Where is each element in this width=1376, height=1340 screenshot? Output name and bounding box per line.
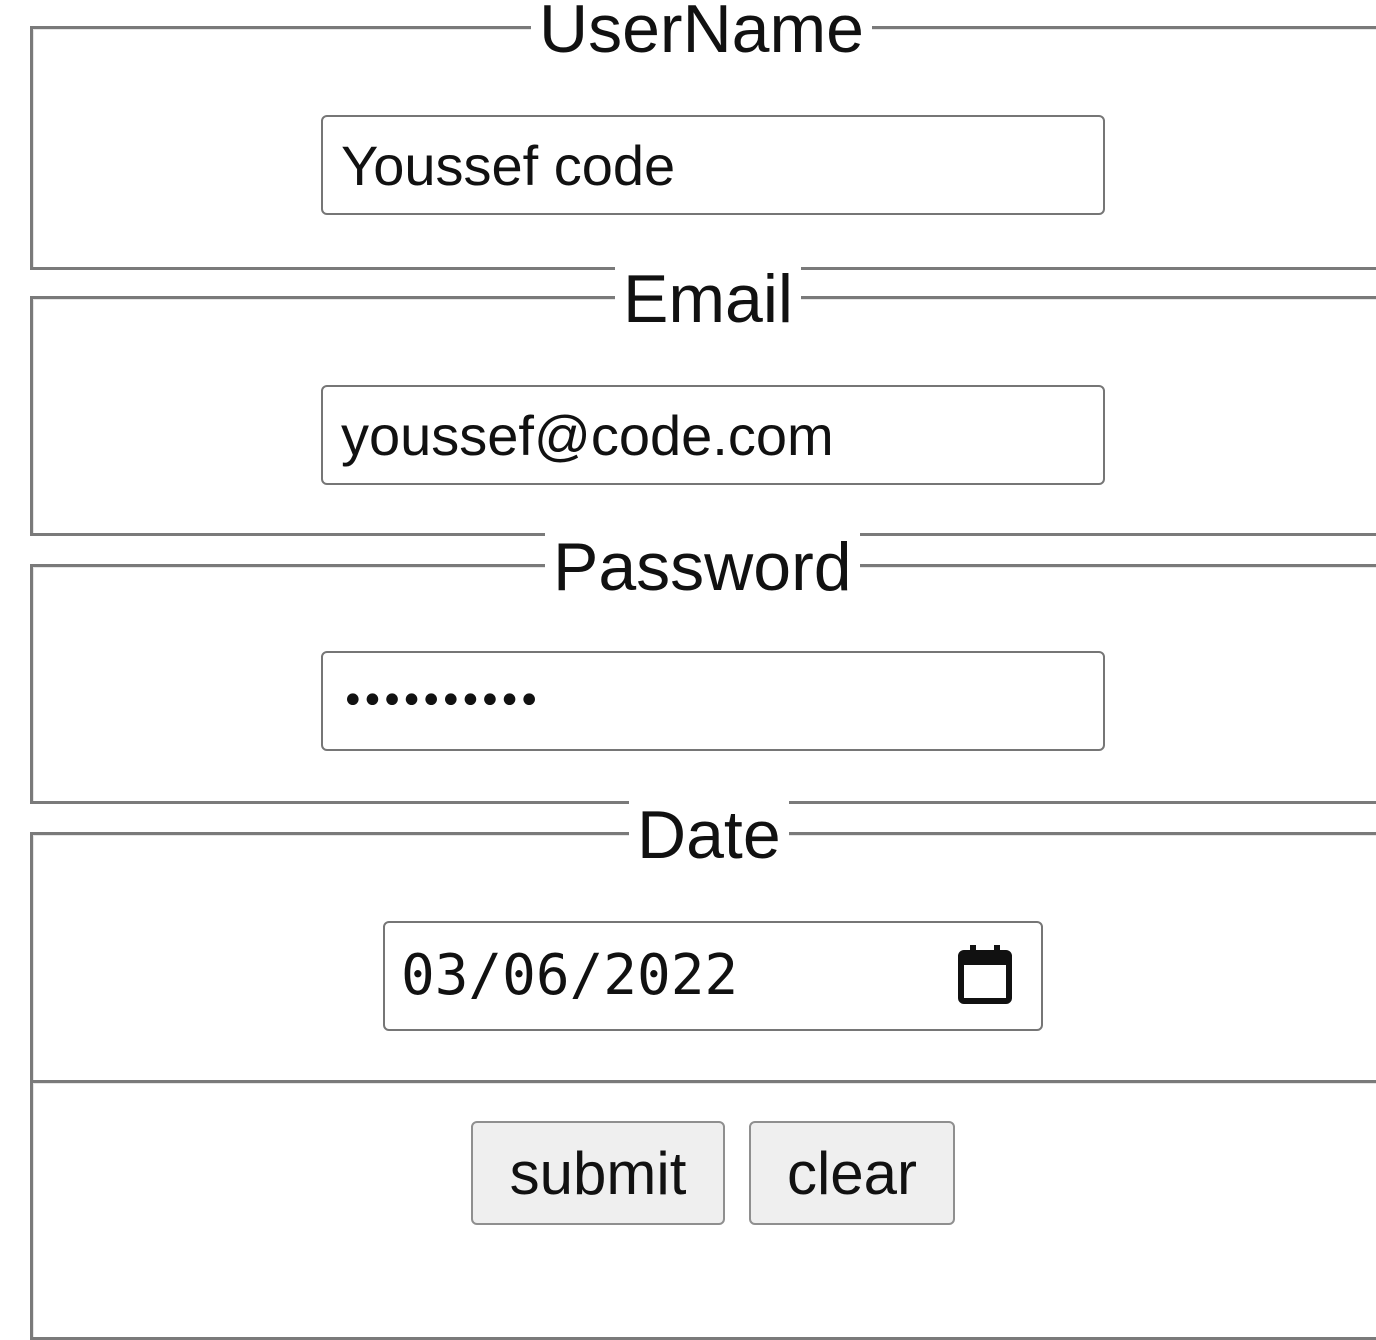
username-fieldset: UserName	[30, 0, 1376, 270]
date-input[interactable]: 03/06/2022	[383, 921, 1043, 1031]
username-input[interactable]	[321, 115, 1105, 215]
email-legend-label: Email	[615, 265, 802, 333]
calendar-icon[interactable]	[955, 943, 1015, 1007]
actions-fieldset: submit clear	[30, 1080, 1376, 1340]
password-fieldset: Password	[30, 533, 1376, 804]
password-input[interactable]	[321, 651, 1105, 751]
clear-button[interactable]: clear	[749, 1121, 955, 1225]
email-input[interactable]	[321, 385, 1105, 485]
submit-button[interactable]: submit	[471, 1121, 725, 1225]
date-fieldset: Date 03/06/2022	[30, 801, 1376, 1084]
date-value: 03/06/2022	[401, 943, 739, 1008]
password-legend-label: Password	[545, 533, 860, 601]
date-legend-label: Date	[629, 801, 789, 869]
username-legend-label: UserName	[531, 0, 872, 63]
email-fieldset: Email	[30, 265, 1376, 536]
